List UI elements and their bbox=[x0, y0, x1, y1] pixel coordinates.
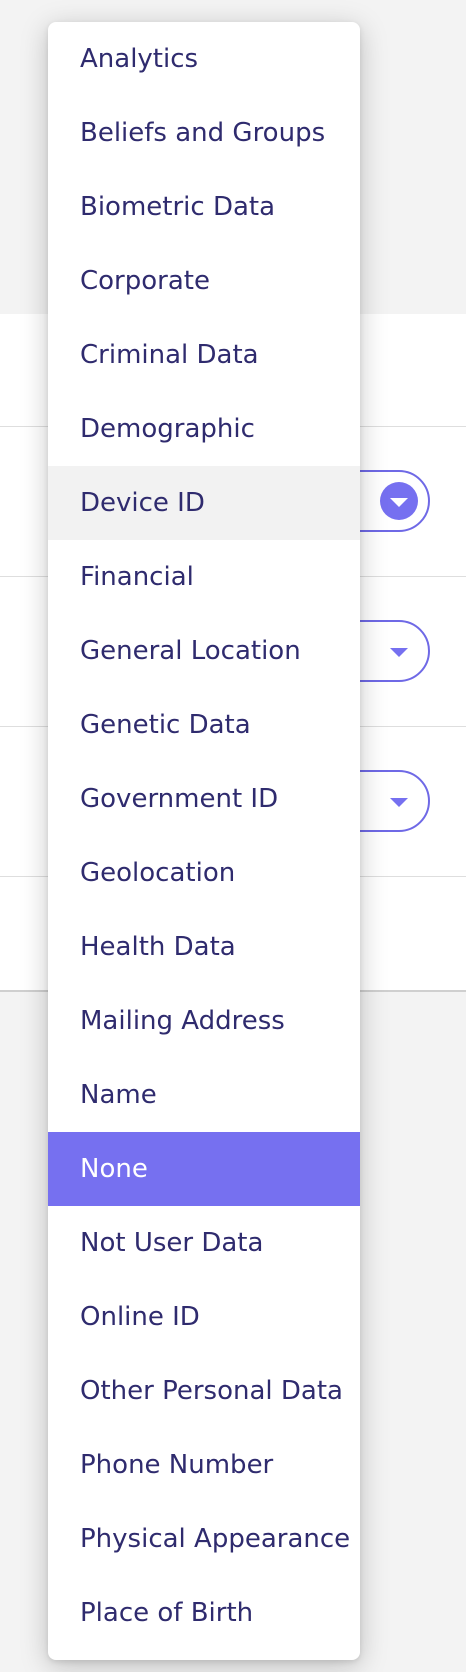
dropdown-option-general-location[interactable]: General Location bbox=[48, 614, 360, 688]
dropdown-option-government-id[interactable]: Government ID bbox=[48, 762, 360, 836]
dropdown-option-corporate[interactable]: Corporate bbox=[48, 244, 360, 318]
category-dropdown-menu: Analytics Beliefs and Groups Biometric Dat… bbox=[48, 22, 360, 1660]
dropdown-option-device-id[interactable]: Device ID bbox=[48, 466, 360, 540]
dropdown-option-financial[interactable]: Financial bbox=[48, 540, 360, 614]
dropdown-option-other-personal-data[interactable]: Other Personal Data bbox=[48, 1354, 360, 1428]
dropdown-option-biometric-data[interactable]: Biometric Data bbox=[48, 170, 360, 244]
dropdown-option-place-of-birth[interactable]: Place of Birth bbox=[48, 1576, 360, 1650]
dropdown-option-genetic-data[interactable]: Genetic Data bbox=[48, 688, 360, 762]
dropdown-option-mailing-address[interactable]: Mailing Address bbox=[48, 984, 360, 1058]
dropdown-option-name[interactable]: Name bbox=[48, 1058, 360, 1132]
chevron-down-icon[interactable] bbox=[380, 782, 418, 820]
dropdown-option-health-data[interactable]: Health Data bbox=[48, 910, 360, 984]
dropdown-option-beliefs-and-groups[interactable]: Beliefs and Groups bbox=[48, 96, 360, 170]
dropdown-option-phone-number[interactable]: Phone Number bbox=[48, 1428, 360, 1502]
dropdown-option-not-user-data[interactable]: Not User Data bbox=[48, 1206, 360, 1280]
dropdown-option-online-id[interactable]: Online ID bbox=[48, 1280, 360, 1354]
chevron-down-icon[interactable] bbox=[380, 482, 418, 520]
dropdown-option-physical-appearance[interactable]: Physical Appearance bbox=[48, 1502, 360, 1576]
dropdown-option-criminal-data[interactable]: Criminal Data bbox=[48, 318, 360, 392]
dropdown-option-none[interactable]: None bbox=[48, 1132, 360, 1206]
dropdown-option-geolocation[interactable]: Geolocation bbox=[48, 836, 360, 910]
chevron-down-icon[interactable] bbox=[380, 632, 418, 670]
dropdown-option-demographic[interactable]: Demographic bbox=[48, 392, 360, 466]
dropdown-option-analytics[interactable]: Analytics bbox=[48, 22, 360, 96]
